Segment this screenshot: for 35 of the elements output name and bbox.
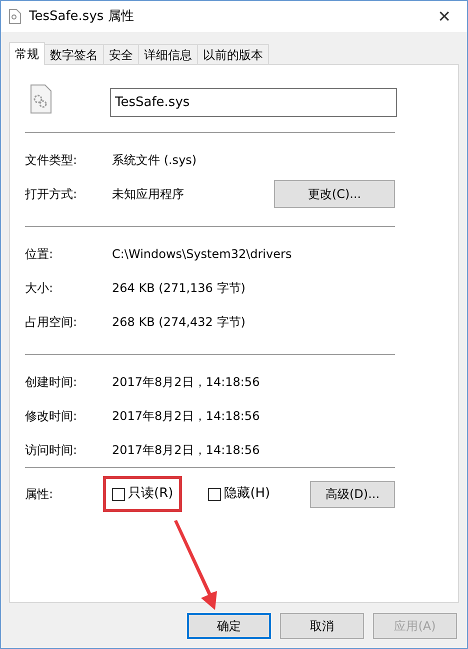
field-label: 文件类型: xyxy=(25,152,78,169)
close-button[interactable]: ✕ xyxy=(434,4,455,28)
checkbox[interactable]: 隐藏(H) xyxy=(208,484,270,504)
file-name-field[interactable]: TesSafe.sys xyxy=(110,88,397,117)
tab[interactable]: 数字签名 xyxy=(45,44,104,64)
advanced-button[interactable]: 高级(D)... xyxy=(310,480,395,508)
field-label: 创建时间: xyxy=(25,374,78,391)
field-label: 大小: xyxy=(25,280,54,297)
field-label: 打开方式: xyxy=(25,186,78,203)
checkbox[interactable]: 只读(R) xyxy=(112,484,174,504)
dialog-button[interactable]: 确定 xyxy=(187,613,271,639)
tab[interactable]: 安全 xyxy=(104,44,139,64)
field-value: 264 KB (271,136 字节) xyxy=(112,280,246,297)
tab[interactable]: 常规 xyxy=(9,42,45,65)
checkbox-square[interactable] xyxy=(208,488,222,500)
file-icon xyxy=(9,9,21,24)
field-value: 系统文件 (.sys) xyxy=(112,152,197,169)
field-value: C:\Windows\System32\drivers xyxy=(112,246,292,263)
field-label: 访问时间: xyxy=(25,442,78,459)
field-value: 2017年8月2日，14:18:56 xyxy=(112,408,260,425)
field-label: 修改时间: xyxy=(25,408,78,425)
field-value: 2017年8月2日，14:18:56 xyxy=(112,374,260,391)
field-label: 占用空间: xyxy=(25,314,78,331)
field-label: 位置: xyxy=(25,246,54,263)
window-title: TesSafe.sys 属性 xyxy=(29,8,135,26)
tab[interactable]: 以前的版本 xyxy=(198,44,269,64)
gear-file-icon xyxy=(30,84,52,114)
field-value: 未知应用程序 xyxy=(112,186,184,203)
dialog-button[interactable]: 取消 xyxy=(280,613,364,639)
change-button[interactable]: 更改(C)... xyxy=(274,180,395,208)
field-value: 2017年8月2日，14:18:56 xyxy=(112,442,260,459)
tab[interactable]: 详细信息 xyxy=(139,44,198,64)
field-label: 属性: xyxy=(25,486,54,503)
checkbox-square[interactable] xyxy=(112,488,125,500)
field-value: 268 KB (274,432 字节) xyxy=(112,314,246,331)
